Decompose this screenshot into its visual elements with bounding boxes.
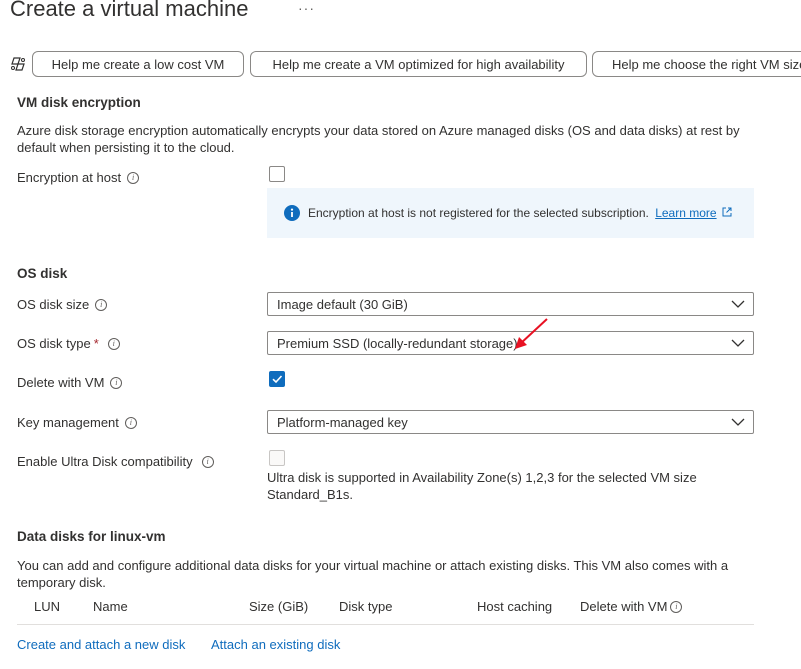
ultra-disk-label-text: Enable Ultra Disk compatibility xyxy=(17,454,193,469)
column-header-lun: LUN xyxy=(34,599,61,614)
info-icon[interactable]: i xyxy=(127,171,140,184)
encryption-info-banner: Encryption at host is not registered for… xyxy=(267,188,754,238)
ultra-disk-label: Enable Ultra Disk compatibility i xyxy=(17,454,214,469)
external-link-icon xyxy=(722,207,732,217)
chevron-down-icon xyxy=(731,418,745,426)
copilot-high-availability-button[interactable]: Help me create a VM optimized for high a… xyxy=(250,51,587,77)
info-icon[interactable]: i xyxy=(95,298,108,311)
info-icon[interactable]: i xyxy=(201,455,214,468)
os-disk-size-label-text: OS disk size xyxy=(17,297,90,312)
info-icon[interactable]: i xyxy=(124,416,137,429)
info-icon[interactable]: i xyxy=(107,337,120,350)
delete-with-vm-checkbox[interactable] xyxy=(269,371,285,387)
key-management-label: Key management i xyxy=(17,415,137,430)
column-header-size: Size (GiB) xyxy=(249,599,309,614)
column-header-delete-text: Delete with VM xyxy=(580,599,668,614)
encryption-host-label-text: Encryption at host xyxy=(17,170,122,185)
chevron-down-icon xyxy=(731,339,745,347)
encryption-host-label: Encryption at host i xyxy=(17,170,140,185)
os-disk-type-value: Premium SSD (locally-redundant storage) xyxy=(277,335,518,351)
os-disk-size-label: OS disk size i xyxy=(17,297,108,312)
ultra-disk-note: Ultra disk is supported in Availability … xyxy=(267,470,697,502)
key-management-select[interactable]: Platform-managed key xyxy=(267,410,754,434)
data-disks-description: You can add and configure additional dat… xyxy=(17,558,729,590)
encryption-info-text: Encryption at host is not registered for… xyxy=(308,206,649,220)
delete-with-vm-label-text: Delete with VM xyxy=(17,375,105,390)
info-filled-icon xyxy=(284,205,300,221)
os-disk-heading: OS disk xyxy=(17,266,68,281)
delete-with-vm-label: Delete with VM i xyxy=(17,375,123,390)
info-icon[interactable]: i xyxy=(670,600,683,613)
encryption-description: Azure disk storage encryption automatica… xyxy=(17,123,740,155)
column-header-delete-with-vm: Delete with VM i xyxy=(580,599,683,614)
os-disk-type-label: OS disk type * i xyxy=(17,336,120,351)
checkmark-icon xyxy=(272,375,283,384)
os-disk-type-label-text: OS disk type xyxy=(17,336,91,351)
info-icon[interactable]: i xyxy=(110,376,123,389)
copilot-low-cost-button[interactable]: Help me create a low cost VM xyxy=(32,51,244,77)
create-attach-disk-link[interactable]: Create and attach a new disk xyxy=(17,637,185,652)
key-management-label-text: Key management xyxy=(17,415,119,430)
encryption-heading: VM disk encryption xyxy=(17,95,141,110)
annotation-arrow-icon xyxy=(515,318,548,349)
os-disk-type-select[interactable]: Premium SSD (locally-redundant storage) xyxy=(267,331,754,355)
os-disk-size-select[interactable]: Image default (30 GiB) xyxy=(267,292,754,316)
page-title: Create a virtual machine xyxy=(10,0,249,21)
more-options-button[interactable]: ··· xyxy=(298,0,315,16)
copilot-vm-size-button[interactable]: Help me choose the right VM size xyxy=(592,51,801,77)
required-marker: * xyxy=(93,336,99,351)
chevron-down-icon xyxy=(731,300,745,308)
os-disk-size-value: Image default (30 GiB) xyxy=(277,296,408,312)
column-header-disk-type: Disk type xyxy=(339,599,393,614)
learn-more-link[interactable]: Learn more xyxy=(655,206,716,220)
attach-existing-disk-link[interactable]: Attach an existing disk xyxy=(211,637,340,652)
table-divider xyxy=(17,624,754,625)
column-header-host-caching: Host caching xyxy=(477,599,553,614)
ultra-disk-checkbox[interactable] xyxy=(269,450,285,466)
data-disks-heading: Data disks for linux-vm xyxy=(17,529,166,544)
key-management-value: Platform-managed key xyxy=(277,414,408,430)
column-header-name: Name xyxy=(93,599,128,614)
copilot-icon xyxy=(11,57,25,71)
encryption-host-checkbox[interactable] xyxy=(269,166,285,182)
